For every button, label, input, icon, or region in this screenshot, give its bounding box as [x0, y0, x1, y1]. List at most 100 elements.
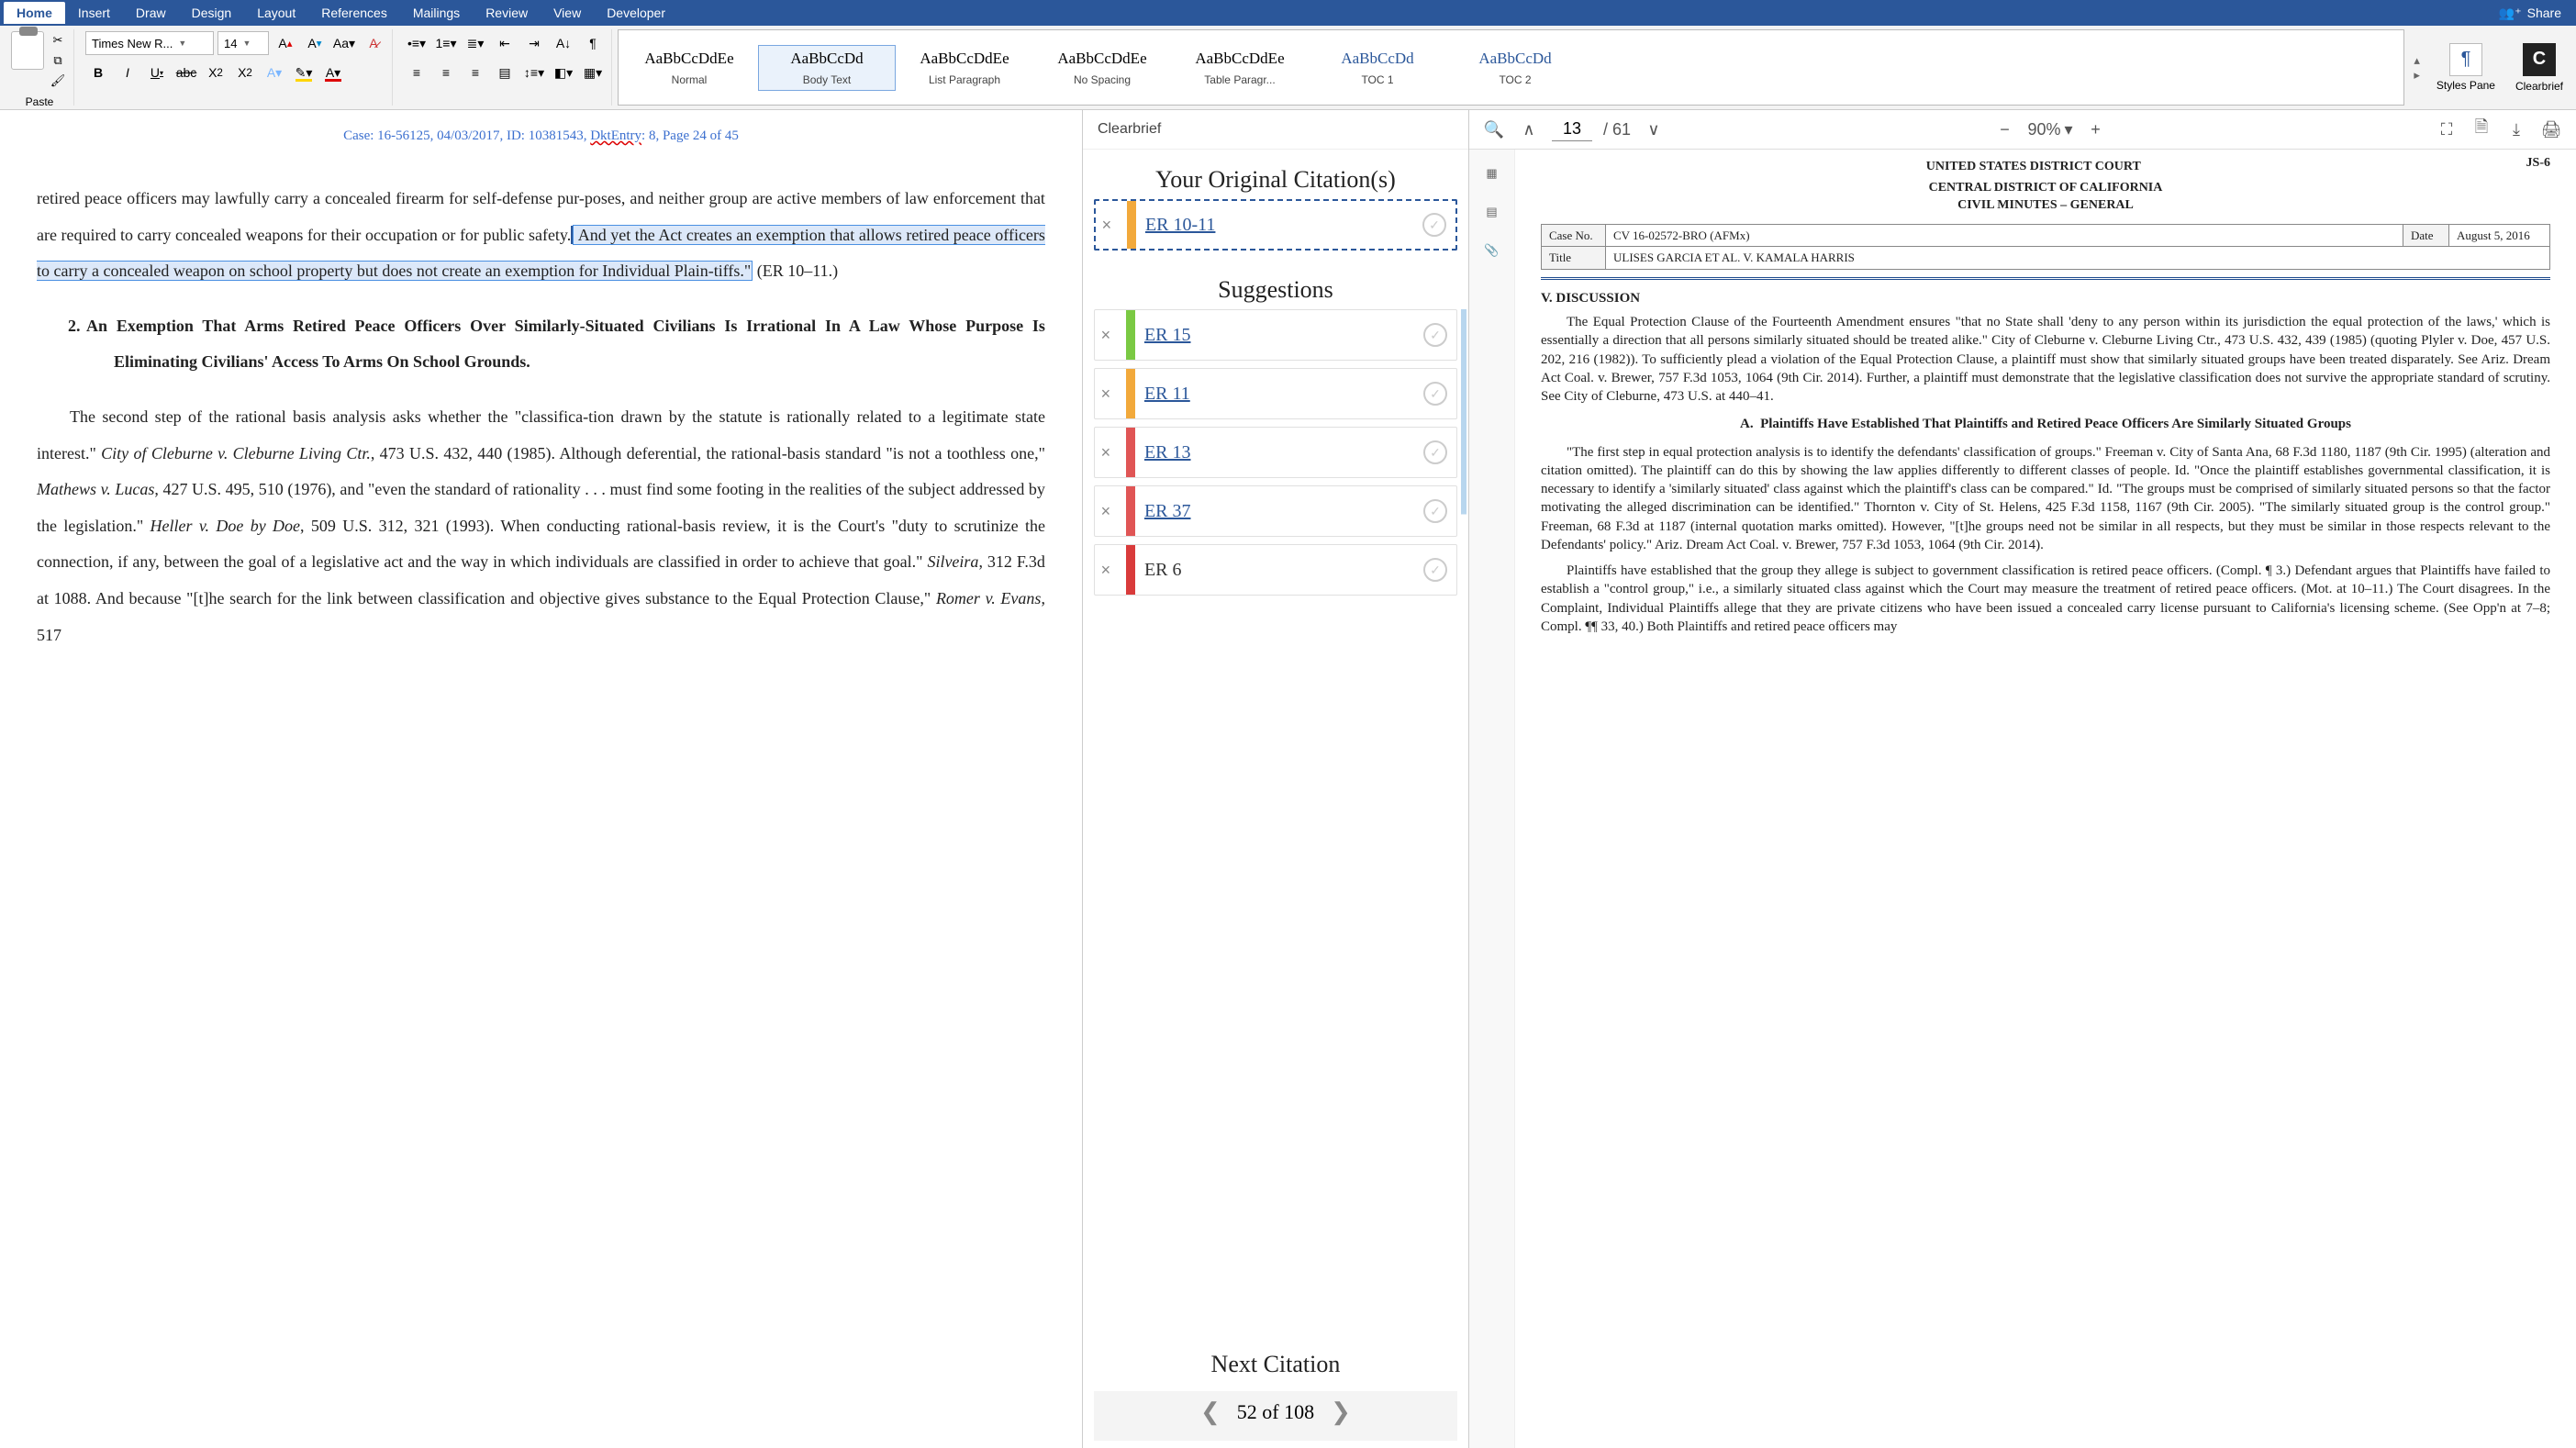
grow-font-icon[interactable]: A▴ — [273, 31, 298, 55]
line-spacing-icon[interactable]: ↕≡▾ — [521, 61, 547, 84]
align-left-icon[interactable]: ≡ — [404, 61, 429, 84]
attachments-icon[interactable]: 📎 — [1480, 239, 1502, 262]
close-icon[interactable]: × — [1095, 384, 1117, 404]
suggestion-item[interactable]: × ER 15 ✓ — [1094, 309, 1457, 361]
open-icon[interactable]: 🗎 — [2470, 117, 2493, 141]
text-effects-icon[interactable]: A▾ — [262, 61, 287, 84]
suggestion-item[interactable]: × ER 37 ✓ — [1094, 485, 1457, 537]
clear-formatting-icon[interactable]: A̷ — [361, 31, 386, 55]
justify-icon[interactable]: ▤ — [492, 61, 518, 84]
tab-mailings[interactable]: Mailings — [400, 2, 473, 24]
zoom-level[interactable]: 90% ▾ — [2027, 120, 2072, 139]
zoom-in-icon[interactable]: + — [2084, 117, 2108, 141]
font-size-select[interactable]: 14▼ — [217, 31, 269, 55]
borders-icon[interactable]: ▦▾ — [580, 61, 606, 84]
tab-review[interactable]: Review — [473, 2, 541, 24]
thumbnails-icon[interactable]: ▦ — [1480, 162, 1502, 184]
check-icon[interactable]: ✓ — [1423, 558, 1447, 582]
shading-icon[interactable]: ◧▾ — [551, 61, 576, 84]
sort-icon[interactable]: A↓ — [551, 31, 576, 55]
subscript-button[interactable]: X2 — [203, 61, 229, 84]
prev-match-icon[interactable]: ∧ — [1517, 117, 1541, 141]
close-icon[interactable]: × — [1095, 561, 1117, 580]
citation-link[interactable]: ER 15 — [1144, 325, 1414, 346]
close-icon[interactable]: × — [1095, 326, 1117, 345]
align-right-icon[interactable]: ≡ — [463, 61, 488, 84]
font-color-button[interactable]: A▾ — [320, 61, 346, 84]
tab-references[interactable]: References — [308, 2, 400, 24]
original-citation-item[interactable]: × ER 10-11 ✓ — [1094, 199, 1457, 251]
fullscreen-icon[interactable]: ⛶ — [2435, 117, 2459, 141]
tab-developer[interactable]: Developer — [594, 2, 678, 24]
page-input[interactable] — [1552, 117, 1592, 141]
numbering-icon[interactable]: 1≡▾ — [433, 31, 459, 55]
styles-gallery[interactable]: AaBbCcDdEeNormalAaBbCcDdBody TextAaBbCcD… — [618, 29, 2404, 106]
superscript-button[interactable]: X2 — [232, 61, 258, 84]
clearbrief-pane-button[interactable]: C Clearbrief — [2508, 29, 2570, 106]
change-case-icon[interactable]: Aa▾ — [331, 31, 357, 55]
bold-button[interactable]: B — [85, 61, 111, 84]
zoom-out-icon[interactable]: − — [1992, 117, 2016, 141]
tab-home[interactable]: Home — [4, 2, 65, 24]
share-button[interactable]: 👥⁺Share — [2488, 2, 2572, 25]
copy-icon[interactable]: ⧉ — [48, 51, 68, 70]
citation-link[interactable]: ER 6 — [1144, 560, 1414, 581]
tab-view[interactable]: View — [541, 2, 594, 24]
style-card[interactable]: AaBbCcDdEeNormal — [620, 45, 758, 91]
check-icon[interactable]: ✓ — [1423, 382, 1447, 406]
prev-citation-icon[interactable]: ❮ — [1200, 1398, 1221, 1426]
style-card[interactable]: AaBbCcDdBody Text — [758, 45, 896, 91]
pdf-document[interactable]: JS-6 UNITED STATES DISTRICT COURT CENTRA… — [1515, 150, 2576, 1448]
check-icon[interactable]: ✓ — [1423, 499, 1447, 523]
style-card[interactable]: AaBbCcDdEeNo Spacing — [1033, 45, 1171, 91]
close-icon[interactable]: × — [1096, 216, 1118, 235]
next-citation-icon[interactable]: ❯ — [1331, 1398, 1351, 1426]
tab-design[interactable]: Design — [179, 2, 245, 24]
citation-link[interactable]: ER 37 — [1144, 501, 1414, 522]
next-match-icon[interactable]: ∨ — [1642, 117, 1666, 141]
decrease-indent-icon[interactable]: ⇤ — [492, 31, 518, 55]
paragraph[interactable]: retired peace officers may lawfully carr… — [37, 181, 1045, 290]
suggestion-item[interactable]: × ER 6 ✓ — [1094, 544, 1457, 596]
search-icon[interactable]: 🔍 — [1482, 117, 1506, 141]
style-card[interactable]: AaBbCcDdEeList Paragraph — [896, 45, 1033, 91]
check-icon[interactable]: ✓ — [1422, 213, 1446, 237]
document-pane[interactable]: Case: 16-56125, 04/03/2017, ID: 10381543… — [0, 110, 1082, 1448]
style-card[interactable]: AaBbCcDdEeTable Paragr... — [1171, 45, 1309, 91]
multilevel-icon[interactable]: ≣▾ — [463, 31, 488, 55]
citation-link[interactable]: ER 13 — [1144, 442, 1414, 463]
bullets-icon[interactable]: •≡▾ — [404, 31, 429, 55]
download-icon[interactable]: ⤓ — [2504, 117, 2528, 141]
heading-2[interactable]: 2. An Exemption That Arms Retired Peace … — [95, 308, 1045, 381]
style-card[interactable]: AaBbCcDdTOC 1 — [1309, 45, 1446, 91]
underline-button[interactable]: U▾ — [144, 61, 170, 84]
suggestion-item[interactable]: × ER 11 ✓ — [1094, 368, 1457, 419]
style-card[interactable]: AaBbCcDdTOC 2 — [1446, 45, 1584, 91]
highlight-button[interactable]: ✎▾ — [291, 61, 317, 84]
styles-more-icon[interactable]: ▴▸ — [2410, 29, 2424, 106]
close-icon[interactable]: × — [1095, 443, 1117, 462]
document-body[interactable]: retired peace officers may lawfully carr… — [37, 181, 1045, 653]
tab-draw[interactable]: Draw — [123, 2, 179, 24]
shrink-font-icon[interactable]: A▾ — [302, 31, 328, 55]
scrollbar[interactable] — [1461, 309, 1466, 1334]
styles-pane-button[interactable]: ¶ Styles Pane — [2429, 29, 2503, 106]
suggestion-item[interactable]: × ER 13 ✓ — [1094, 427, 1457, 478]
italic-button[interactable]: I — [115, 61, 140, 84]
citation-link[interactable]: ER 11 — [1144, 384, 1414, 405]
clipboard-icon[interactable] — [11, 31, 44, 70]
paragraph[interactable]: The second step of the rational basis an… — [37, 399, 1045, 653]
strikethrough-button[interactable]: abc — [173, 61, 199, 84]
font-name-select[interactable]: Times New R...▼ — [85, 31, 214, 55]
check-icon[interactable]: ✓ — [1423, 440, 1447, 464]
cut-icon[interactable]: ✂ — [48, 31, 68, 50]
tab-layout[interactable]: Layout — [244, 2, 308, 24]
check-icon[interactable]: ✓ — [1423, 323, 1447, 347]
close-icon[interactable]: × — [1095, 502, 1117, 521]
citation-link[interactable]: ER 10-11 — [1145, 215, 1413, 236]
tab-insert[interactable]: Insert — [65, 2, 123, 24]
format-painter-icon[interactable]: 🖌 — [48, 72, 68, 90]
align-center-icon[interactable]: ≡ — [433, 61, 459, 84]
print-icon[interactable]: 🖨 — [2539, 117, 2563, 141]
show-marks-icon[interactable]: ¶ — [580, 31, 606, 55]
